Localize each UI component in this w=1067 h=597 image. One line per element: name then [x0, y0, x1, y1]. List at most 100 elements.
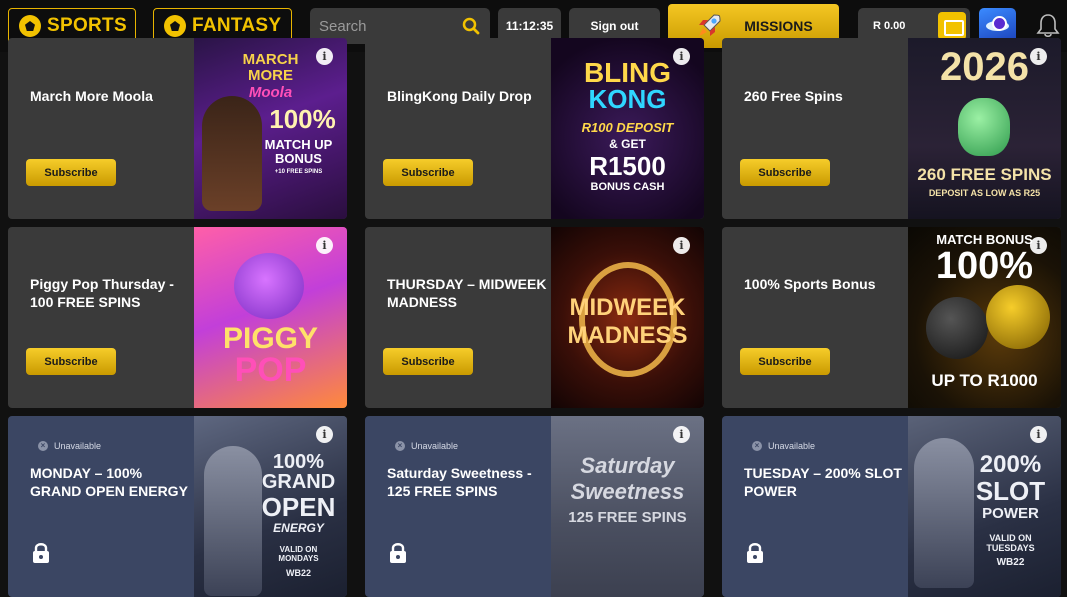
model-figure — [202, 96, 262, 211]
art-text: R1500 — [589, 151, 666, 181]
unavailable-label: Unavailable — [411, 441, 459, 451]
subscribe-button[interactable]: Subscribe — [383, 348, 473, 375]
promo-card[interactable]: Piggy Pop Thursday - 100 FREE SPINS Subs… — [8, 227, 347, 408]
model-figure — [204, 446, 262, 596]
art-text: MIDWEEK — [569, 294, 686, 321]
art-text: BONUS — [275, 151, 322, 166]
art-text: TUESDAYS — [986, 543, 1035, 553]
promo-title: 260 Free Spins — [744, 88, 843, 104]
rocket-icon — [699, 14, 721, 36]
search-input[interactable] — [310, 17, 450, 35]
promo-image: 200% SLOT POWER VALID ON TUESDAYS WB22 — [908, 416, 1061, 597]
promo-title: THURSDAY – MIDWEEK MADNESS — [387, 276, 547, 310]
promo-title: TUESDAY – 200% SLOT POWER — [744, 465, 902, 499]
art-text: 100% — [272, 451, 325, 473]
wallet-icon[interactable] — [938, 12, 966, 40]
art-text: 100% — [269, 104, 336, 134]
art-text: MONDAYS — [278, 554, 319, 563]
art-text: DEPOSIT AS LOW AS R25 — [928, 188, 1041, 198]
art-text: R100 DEPOSIT — [581, 120, 674, 135]
soccer-ball-icon — [19, 15, 41, 37]
art-text: MORE — [248, 67, 293, 84]
info-icon[interactable]: i — [316, 48, 333, 65]
promo-image: MATCH BONUS 100% UP TO R1000 — [908, 227, 1061, 408]
lock-icon — [33, 543, 49, 563]
art-text: Saturday — [580, 453, 675, 478]
art-text: BONUS CASH — [590, 181, 665, 193]
unavailable-label: Unavailable — [768, 441, 816, 451]
art-text: KONG — [588, 84, 667, 114]
balance-amount: R 0.00 — [873, 20, 906, 32]
promo-title: Piggy Pop Thursday - 100 FREE SPINS — [30, 276, 174, 310]
art-text: +10 FREE SPINS — [274, 169, 323, 175]
promo-card[interactable]: BlingKong Daily Drop Subscribe BLING KON… — [365, 38, 704, 219]
art-text: SLOT — [975, 476, 1046, 506]
art-text: ENERGY — [273, 521, 324, 535]
subscribe-button[interactable]: Subscribe — [26, 348, 116, 375]
unavailable-label: Unavailable — [54, 441, 102, 451]
missions-label: MISSIONS — [744, 18, 813, 34]
art-text: GRAND — [261, 471, 336, 493]
art-text: & GET — [609, 137, 646, 151]
art-text: 200% — [979, 451, 1042, 478]
sports-label: SPORTS — [47, 15, 127, 36]
promo-card[interactable]: 260 Free Spins Subscribe 2026 260 FREE S… — [722, 38, 1061, 219]
info-icon[interactable]: i — [316, 426, 333, 443]
subscribe-button[interactable]: Subscribe — [740, 159, 830, 186]
lock-icon — [747, 543, 763, 563]
info-icon[interactable]: i — [1030, 48, 1047, 65]
unavailable-badge: × Unavailable — [752, 441, 815, 451]
art-text: 260 FREE SPINS — [917, 165, 1052, 184]
unavailable-icon: × — [752, 441, 762, 451]
promo-card[interactable]: March More Moola Subscribe MARCH MORE Mo… — [8, 38, 347, 219]
promo-image: PIGGY POP — [194, 227, 347, 408]
info-icon[interactable]: i — [673, 237, 690, 254]
promo-image: 100% GRAND OPEN ENERGY VALID ON MONDAYS … — [194, 416, 347, 597]
promo-card-unavailable[interactable]: × Unavailable MONDAY – 100% GRAND OPEN E… — [8, 416, 347, 597]
promo-image: 2026 260 FREE SPINS DEPOSIT AS LOW AS R2… — [908, 38, 1061, 219]
unavailable-icon: × — [38, 441, 48, 451]
promo-card[interactable]: 100% Sports Bonus Subscribe MATCH BONUS … — [722, 227, 1061, 408]
promo-title: March More Moola — [30, 88, 153, 104]
soccer-ball-icon — [164, 15, 186, 37]
subscribe-button[interactable]: Subscribe — [740, 348, 830, 375]
bell-icon[interactable] — [1036, 13, 1060, 39]
art-text: 125 FREE SPINS — [568, 509, 687, 526]
lock-icon — [390, 543, 406, 563]
art-text: WB22 — [996, 557, 1025, 568]
promo-card-unavailable[interactable]: × Unavailable Saturday Sweetness - 125 F… — [365, 416, 704, 597]
search-icon[interactable] — [462, 17, 480, 35]
fantasy-label: FANTASY — [192, 15, 282, 36]
promo-image: Saturday Sweetness 125 FREE SPINS — [551, 416, 704, 597]
promo-image: BLING KONG R100 DEPOSIT & GET R1500 BONU… — [551, 38, 704, 219]
promo-image: MARCH MORE Moola 100% MATCH UP BONUS +10… — [194, 38, 347, 219]
info-icon[interactable]: i — [673, 48, 690, 65]
art-text: POP — [234, 351, 307, 389]
promo-card-unavailable[interactable]: × Unavailable TUESDAY – 200% SLOT POWER … — [722, 416, 1061, 597]
ball-graphic — [926, 297, 988, 359]
art-text: WB22 — [285, 568, 311, 578]
art-text: MATCH UP — [264, 137, 333, 152]
promo-card[interactable]: THURSDAY – MIDWEEK MADNESS Subscribe MID… — [365, 227, 704, 408]
info-icon[interactable]: i — [673, 426, 690, 443]
subscribe-button[interactable]: Subscribe — [26, 159, 116, 186]
unavailable-badge: × Unavailable — [395, 441, 458, 451]
subscribe-button[interactable]: Subscribe — [383, 159, 473, 186]
promo-title: BlingKong Daily Drop — [387, 88, 532, 104]
art-text: UP TO R1000 — [931, 371, 1038, 390]
art-text: MADNESS — [567, 322, 688, 349]
info-icon[interactable]: i — [316, 237, 333, 254]
info-icon[interactable]: i — [1030, 237, 1047, 254]
pig-character — [234, 253, 304, 319]
art-text: Sweetness — [570, 479, 685, 504]
promo-title: MONDAY – 100% GRAND OPEN ENERGY — [30, 465, 188, 499]
unavailable-badge: × Unavailable — [38, 441, 101, 451]
model-figure — [914, 438, 974, 588]
art-text: OPEN — [261, 492, 336, 522]
unavailable-icon: × — [395, 441, 405, 451]
info-icon[interactable]: i — [1030, 426, 1047, 443]
art-text: POWER — [982, 505, 1039, 522]
ball-graphic — [986, 285, 1050, 349]
promo-title: 100% Sports Bonus — [744, 276, 876, 292]
mascot-figure — [958, 98, 1010, 156]
